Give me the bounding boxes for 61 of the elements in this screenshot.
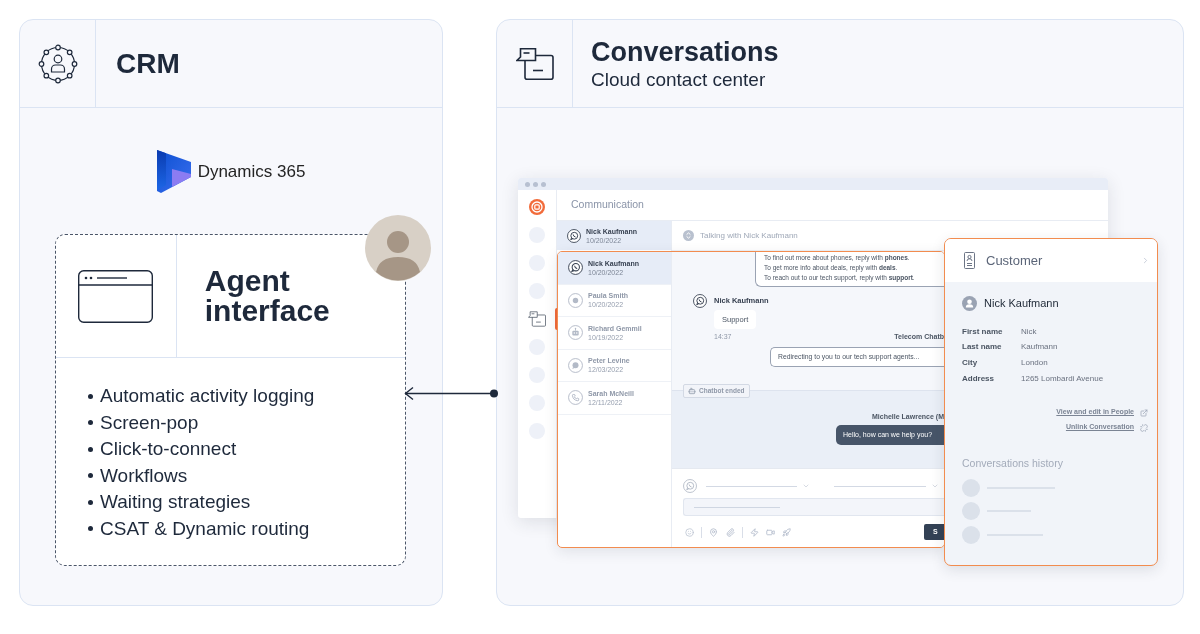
external-link-icon[interactable]: [1140, 408, 1148, 417]
phone-bubble-icon: [567, 228, 581, 243]
video-camera-icon[interactable]: [766, 527, 775, 537]
bot-icon: [688, 387, 696, 395]
card-title: Customer: [986, 251, 1043, 270]
feature-text: Waiting strategies: [100, 490, 251, 514]
field-value: Kaufmann: [1021, 342, 1059, 353]
phone-icon: [568, 390, 583, 406]
emoji-icon[interactable]: [685, 527, 694, 537]
conversations-icon: [515, 47, 554, 80]
bullet-icon: [88, 446, 93, 452]
chevron-right-icon[interactable]: [1141, 256, 1150, 265]
bullet-icon: [88, 473, 93, 479]
phone-bubble-icon: [683, 479, 697, 493]
network-user-icon: [37, 43, 78, 84]
lightning-icon[interactable]: [750, 527, 759, 537]
panel-title: CRM: [116, 46, 180, 81]
up-down-chevron-icon: [683, 230, 694, 241]
feature-text: Workflows: [100, 463, 188, 488]
field-label: City: [962, 357, 979, 368]
section-title: Conversations history: [962, 456, 1064, 469]
section-title: Communication: [571, 197, 644, 213]
chevron-down-icon[interactable]: [931, 482, 939, 490]
field-label: First name: [962, 326, 1004, 337]
ring-logo-icon[interactable]: [529, 199, 545, 215]
product-logo-icon: [156, 150, 191, 193]
feature-text: CSAT & Dynamic routing: [100, 516, 310, 541]
bullet-icon: [88, 526, 93, 532]
message-input-field[interactable]: [683, 498, 944, 516]
chat-bubble-icon: [568, 357, 583, 373]
user-avatar-icon: [962, 295, 977, 311]
paperclip-icon[interactable]: [726, 527, 735, 537]
field-value: London: [1021, 357, 1049, 368]
unlink-icon[interactable]: [1140, 423, 1148, 432]
avatar-icon: [365, 215, 431, 281]
robot-head-icon: [568, 325, 583, 341]
feature-text: Click-to-connect: [100, 437, 237, 461]
chat-header-title: Talking with Nick Kaufmann: [700, 229, 798, 242]
logo-text: Dynamics 365: [197, 160, 306, 183]
field-value: 1265 Lombardi Avenue: [1021, 373, 1105, 384]
conversations-icon[interactable]: [528, 311, 546, 327]
chevron-down-icon[interactable]: [802, 482, 810, 490]
bullet-icon: [88, 420, 93, 426]
feature-text: Automatic activity logging: [100, 384, 315, 408]
feature-text: Screen-pop: [100, 410, 199, 435]
browser-window-icon: [78, 269, 154, 323]
phone-bubble-icon: [693, 294, 707, 308]
phone-bubble-icon: [568, 260, 583, 276]
card-title: Agent interface: [203, 266, 331, 326]
field-label: Last name: [962, 342, 1003, 353]
dot-icon: [568, 292, 583, 308]
bullet-icon: [88, 393, 93, 399]
field-label: Address: [962, 373, 995, 384]
map-pin-icon[interactable]: [709, 527, 718, 537]
id-badge-icon: [964, 252, 975, 269]
customer-name: Nick Kaufmann: [984, 296, 1059, 311]
rocket-icon[interactable]: [782, 527, 791, 537]
panel-subtitle: Cloud contact center: [591, 67, 767, 92]
bullet-icon: [88, 499, 93, 505]
panel-title: Conversations: [591, 35, 779, 68]
field-value: Nick: [1021, 326, 1038, 337]
